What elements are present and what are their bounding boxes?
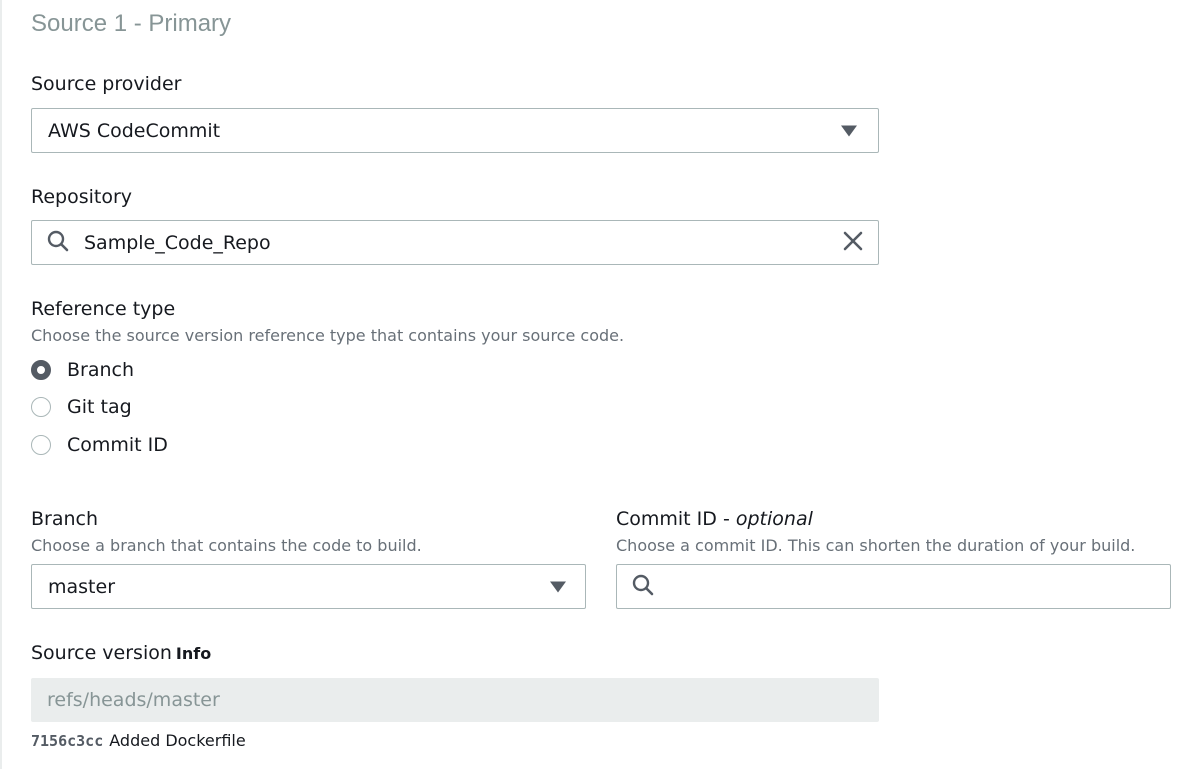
commit-id-input[interactable] (616, 564, 1171, 609)
branch-value: master (48, 575, 116, 598)
branch-select[interactable]: master (31, 564, 586, 609)
repository-input[interactable]: Sample_Code_Repo (31, 220, 879, 265)
repository-label: Repository (31, 186, 133, 208)
radio-button-checked[interactable] (31, 360, 51, 380)
commit-id-label: Commit ID - optional (616, 508, 813, 530)
reference-type-description: Choose the source version reference type… (31, 326, 625, 345)
commit-hash: 7156c3cc (31, 732, 104, 750)
repository-value: Sample_Code_Repo (84, 231, 271, 254)
section-title: Source 1 - Primary (31, 10, 232, 37)
optional-tag: optional (735, 508, 813, 530)
caret-down-icon (841, 125, 857, 136)
source-provider-label: Source provider (31, 73, 182, 95)
search-icon (632, 574, 654, 600)
radio-git-tag[interactable]: Git tag (31, 395, 132, 419)
caret-down-icon (550, 581, 566, 592)
commit-summary: 7156c3cc Added Dockerfile (31, 731, 246, 750)
panel-left-border (0, 0, 2, 769)
radio-button[interactable] (31, 397, 51, 417)
radio-branch[interactable]: Branch (31, 358, 134, 382)
source-version-value: refs/heads/master (47, 689, 220, 711)
radio-button[interactable] (31, 435, 51, 455)
clear-icon[interactable] (842, 230, 864, 256)
commit-message: Added Dockerfile (109, 731, 246, 750)
branch-description: Choose a branch that contains the code t… (31, 536, 422, 555)
radio-label: Commit ID (67, 434, 168, 456)
reference-type-label: Reference type (31, 298, 176, 320)
search-icon (47, 230, 69, 256)
commit-id-label-text: Commit ID (616, 508, 717, 530)
source-provider-select[interactable]: AWS CodeCommit (31, 108, 879, 153)
source-version-field: refs/heads/master (31, 678, 879, 722)
radio-commit-id[interactable]: Commit ID (31, 433, 168, 457)
radio-label: Branch (67, 359, 135, 381)
branch-label: Branch (31, 508, 99, 530)
commit-id-description: Choose a commit ID. This can shorten the… (616, 536, 1136, 555)
source-version-label-text: Source version (31, 642, 172, 664)
source-provider-value: AWS CodeCommit (48, 119, 221, 142)
radio-label: Git tag (67, 396, 132, 418)
commit-id-label-separator: - (716, 508, 736, 530)
source-version-label: Source version Info (31, 642, 211, 664)
info-link[interactable]: Info (176, 644, 211, 663)
